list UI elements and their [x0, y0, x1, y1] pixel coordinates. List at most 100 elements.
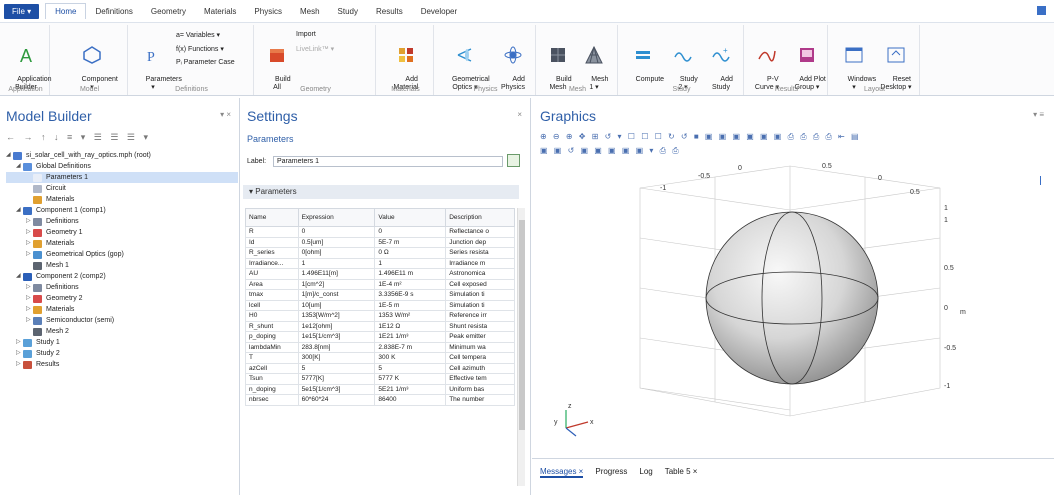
table-row[interactable]: R_shunt 1e12[ohm] 1E12 Ω Shunt resista: [245, 320, 515, 332]
param-expression-cell[interactable]: 283.8[nm]: [297, 341, 376, 353]
graphics-canvas[interactable]: -1 -0.5 0 0.5 0 0.5 1 1 0.5 0 m -0.5 -1 …: [540, 158, 1040, 454]
table-scrollbar-thumb[interactable]: [519, 220, 525, 430]
param-name-cell[interactable]: Tsun: [245, 373, 299, 385]
param-expression-cell[interactable]: 1: [297, 257, 376, 269]
table-row[interactable]: R 0 0 Reflectance o: [245, 226, 515, 238]
livelink-button[interactable]: LiveLink™ ▾: [296, 45, 334, 53]
param-name-cell[interactable]: azCell: [245, 362, 299, 374]
tree-item[interactable]: ▷ Semiconductor (semi): [6, 315, 238, 326]
param-name-cell[interactable]: Area: [245, 278, 299, 290]
param-expression-cell[interactable]: 0[ohm]: [297, 247, 376, 259]
column-value[interactable]: Value: [374, 208, 447, 227]
param-expression-cell[interactable]: 10[um]: [297, 299, 376, 311]
tab-messages[interactable]: Messages ×: [540, 467, 584, 478]
param-description-cell[interactable]: Reflectance o: [445, 226, 515, 238]
param-name-cell[interactable]: Irradiance...: [245, 257, 299, 269]
param-name-cell[interactable]: nbrsec: [245, 394, 299, 406]
param-description-cell[interactable]: Cell azimuth: [445, 362, 515, 374]
param-expression-cell[interactable]: 1e15[1/cm^3]: [297, 331, 376, 343]
tree-expander-icon[interactable]: ▷: [26, 227, 33, 238]
tab-home[interactable]: Home: [45, 3, 87, 19]
param-description-cell[interactable]: Peak emitter: [445, 331, 515, 343]
label-input[interactable]: Parameters 1: [273, 156, 503, 167]
param-expression-cell[interactable]: 1[cm^2]: [297, 278, 376, 290]
panel-menu-icon[interactable]: ▾ ×: [220, 110, 231, 119]
tab-table-5[interactable]: Table 5 ×: [665, 467, 698, 478]
param-description-cell[interactable]: Effective tem: [445, 373, 515, 385]
param-expression-cell[interactable]: 60*60*24: [297, 394, 376, 406]
param-description-cell[interactable]: Series resista: [445, 247, 515, 259]
tree-expander-icon[interactable]: ▷: [16, 337, 23, 348]
tree-expander-icon[interactable]: ▷: [26, 238, 33, 249]
tab-progress[interactable]: Progress: [595, 467, 627, 478]
model-builder-toolbar[interactable]: ← → ↑ ↓ ≡ ▾ ☰ ☰ ☰ ▾: [6, 132, 151, 143]
param-description-cell[interactable]: Irradiance m: [445, 257, 515, 269]
table-row[interactable]: nbrsec 60*60*24 86400 The number: [245, 394, 515, 406]
param-description-cell[interactable]: Minimum wa: [445, 341, 515, 353]
graphics-menu-icon[interactable]: ▾ ≡: [1033, 110, 1044, 119]
tab-definitions[interactable]: Definitions: [86, 4, 141, 19]
table-row[interactable]: lambdaMin 283.8[nm] 2.838E-7 m Minimum wa: [245, 341, 515, 353]
table-row[interactable]: R_series 0[ohm] 0 Ω Series resista: [245, 247, 515, 259]
tab-developer[interactable]: Developer: [412, 4, 466, 19]
tree-item[interactable]: ◢ Component 2 (comp2): [6, 271, 238, 282]
table-row[interactable]: n_doping 5e15[1/cm^3] 5E21 1/m³ Uniform bas: [245, 383, 515, 395]
param-expression-cell[interactable]: 1.496E11[m]: [297, 268, 376, 280]
tree-expander-icon[interactable]: ◢: [16, 271, 23, 282]
param-name-cell[interactable]: lcell: [245, 299, 299, 311]
tree-expander-icon[interactable]: ◢: [16, 205, 23, 216]
param-description-cell[interactable]: Shunt resista: [445, 320, 515, 332]
table-row[interactable]: Id 0.5[um] 5E-7 m Junction dep: [245, 236, 515, 248]
param-name-cell[interactable]: T: [245, 352, 299, 364]
help-icon[interactable]: [1037, 6, 1046, 15]
tree-expander-icon[interactable]: ▷: [26, 304, 33, 315]
column-name[interactable]: Name: [245, 208, 299, 227]
param-name-cell[interactable]: H0: [245, 310, 299, 322]
param-description-cell[interactable]: The number: [445, 394, 515, 406]
tree-expander-icon[interactable]: ◢: [16, 161, 23, 172]
param-description-cell[interactable]: Junction dep: [445, 236, 515, 248]
parameters-section-header[interactable]: ▾ Parameters: [243, 185, 519, 199]
param-expression-cell[interactable]: 1[m]/c_const: [297, 289, 376, 301]
tree-item[interactable]: ◢ Component 1 (comp1): [6, 205, 238, 216]
param-name-cell[interactable]: p_doping: [245, 331, 299, 343]
table-row[interactable]: AU 1.496E11[m] 1.496E11 m Astronomica: [245, 268, 515, 280]
table-row[interactable]: p_doping 1e15[1/cm^3] 1E21 1/m³ Peak emitte…: [245, 331, 515, 343]
table-scrollbar[interactable]: [517, 208, 525, 486]
param-expression-cell[interactable]: 5: [297, 362, 376, 374]
tree-item[interactable]: Circuit: [6, 183, 238, 194]
tree-item[interactable]: ▷ Study 1: [6, 337, 238, 348]
tab-results[interactable]: Results: [367, 4, 412, 19]
graphics-toolbar-row1[interactable]: ⊕ ⊖ ⊕ ✥ ⊞ ↺ ▾ ☐ ☐ ☐ ↻ ↺ ■ ▣ ▣ ▣ ▣ ▣ ▣ ⎙ …: [540, 132, 861, 142]
tree-item[interactable]: ▷ Definitions: [6, 282, 238, 293]
param-name-cell[interactable]: R_shunt: [245, 320, 299, 332]
param-expression-cell[interactable]: 300[K]: [297, 352, 376, 364]
file-menu-button[interactable]: File ▾: [4, 3, 40, 19]
param-description-cell[interactable]: Reference irr: [445, 310, 515, 322]
tree-item[interactable]: ▷ Study 2: [6, 348, 238, 359]
tree-expander-icon[interactable]: ◢: [6, 150, 13, 161]
tree-item[interactable]: Mesh 1: [6, 260, 238, 271]
column-expression[interactable]: Expression: [297, 208, 376, 227]
settings-close-icon[interactable]: ×: [517, 110, 522, 119]
param-name-cell[interactable]: R_series: [245, 247, 299, 259]
tree-item[interactable]: ▷ Definitions: [6, 216, 238, 227]
param-description-cell[interactable]: Cell tempera: [445, 352, 515, 364]
table-row[interactable]: Irradiance... 1 1 Irradiance m: [245, 257, 515, 269]
param-expression-cell[interactable]: 5e15[1/cm^3]: [297, 383, 376, 395]
param-name-cell[interactable]: R: [245, 226, 299, 238]
functions-button[interactable]: f(x) Functions ▾: [176, 45, 224, 53]
graphics-toolbar-row2[interactable]: ▣ ▣ ↺ ▣ ▣ ▣ ▣ ▣ ▾ ⎙ ⎙: [540, 146, 681, 156]
tree-item[interactable]: ◢ Global Definitions: [6, 161, 238, 172]
param-expression-cell[interactable]: 0: [297, 226, 376, 238]
tab-materials[interactable]: Materials: [195, 4, 245, 19]
tree-expander-icon[interactable]: ▷: [26, 216, 33, 227]
variables-button[interactable]: a= Variables ▾: [176, 31, 220, 39]
tree-item[interactable]: Mesh 2: [6, 326, 238, 337]
column-description[interactable]: Description: [445, 208, 515, 227]
tree-item[interactable]: ▷ Geometry 2: [6, 293, 238, 304]
param-expression-cell[interactable]: 0.5[um]: [297, 236, 376, 248]
tree-expander-icon[interactable]: ▷: [16, 359, 23, 370]
tree-expander-icon[interactable]: ▷: [26, 282, 33, 293]
param-description-cell[interactable]: Simulation ti: [445, 299, 515, 311]
